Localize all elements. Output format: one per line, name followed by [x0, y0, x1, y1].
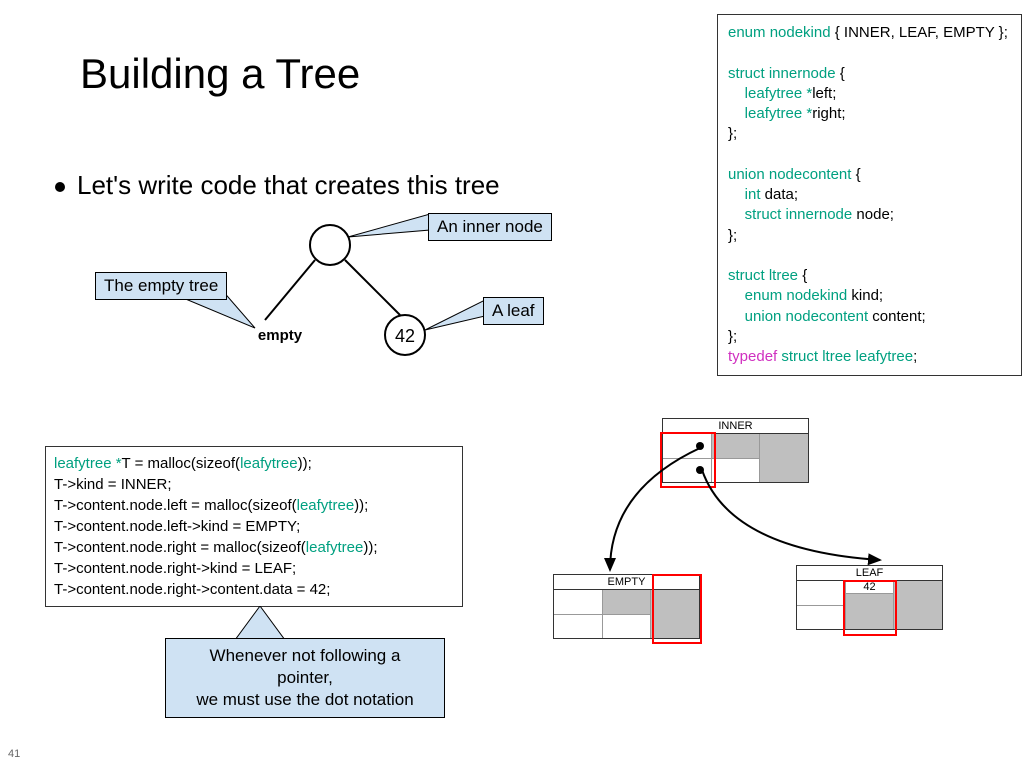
bullet-dot [55, 182, 65, 192]
note-callout: Whenever not following a pointer, we mus… [165, 638, 445, 718]
typedef-code-box: enum nodekind { INNER, LEAF, EMPTY }; st… [717, 14, 1022, 376]
callout-empty-tree: The empty tree [95, 272, 227, 300]
build-code-box: leafytree *T = malloc(sizeof(leafytree))… [45, 446, 463, 607]
callout-leaf: A leaf [483, 297, 544, 325]
page-number: 41 [8, 748, 20, 760]
empty-label: empty [258, 327, 303, 344]
note-tail [230, 606, 290, 641]
slide-title: Building a Tree [80, 50, 360, 98]
leaf-value: 42 [395, 326, 415, 346]
callout-inner-node: An inner node [428, 213, 552, 241]
bullet-item: Let's write code that creates this tree [55, 170, 500, 201]
mem-arrows [550, 430, 970, 630]
bullet-text: Let's write code that creates this tree [77, 170, 500, 200]
